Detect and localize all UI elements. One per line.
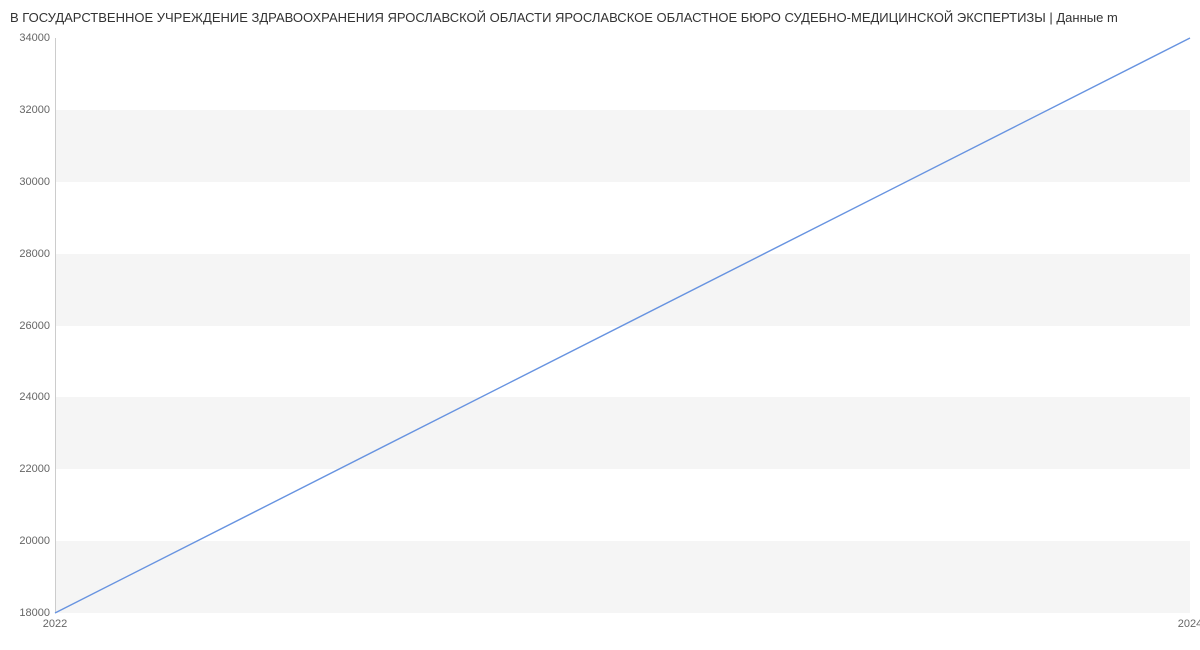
y-tick-label: 24000 <box>0 391 50 403</box>
x-tick-label: 2024 <box>1178 618 1200 630</box>
y-tick-label: 22000 <box>0 463 50 475</box>
line-series <box>55 38 1190 613</box>
chart-plot-area <box>55 38 1190 613</box>
y-tick-label: 20000 <box>0 535 50 547</box>
y-tick-label: 26000 <box>0 320 50 332</box>
y-tick-label: 34000 <box>0 32 50 44</box>
y-tick-label: 30000 <box>0 176 50 188</box>
y-tick-label: 32000 <box>0 104 50 116</box>
chart-title: В ГОСУДАРСТВЕННОЕ УЧРЕЖДЕНИЕ ЗДРАВООХРАН… <box>0 0 1200 25</box>
x-tick-label: 2022 <box>43 618 67 630</box>
data-line <box>55 38 1190 613</box>
y-tick-label: 28000 <box>0 248 50 260</box>
